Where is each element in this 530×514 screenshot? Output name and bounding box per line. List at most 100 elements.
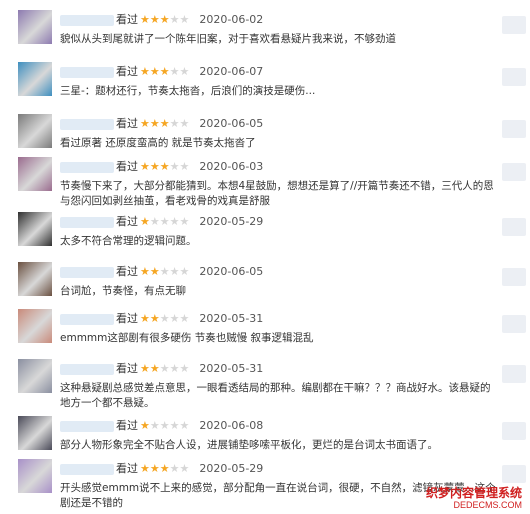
vote-button-blurred[interactable] <box>502 218 526 236</box>
star-empty-icon: ★ <box>169 419 180 432</box>
vote-button-blurred[interactable] <box>502 163 526 181</box>
comment-date: 2020-06-05 <box>199 265 264 278</box>
star-empty-icon: ★ <box>169 312 180 325</box>
comment-item: 看过 ★★★★★ 2020-05-31 emmmm这部剧有很多硬伤 节奏也贼慢 叙事逻… <box>0 309 530 361</box>
comment-item: 看过 ★★★★★ 2020-06-05 台词尬，节奏怪，有点无聊 <box>0 262 530 314</box>
rating-stars: ★★★★★ <box>140 312 189 325</box>
comment-text: emmmm这部剧有很多硬伤 节奏也贼慢 叙事逻辑混乱 <box>60 332 314 344</box>
star-empty-icon: ★ <box>169 160 180 173</box>
avatar[interactable] <box>18 459 52 493</box>
comment-text: 台词尬，节奏怪，有点无聊 <box>60 285 186 297</box>
username-blurred[interactable] <box>60 313 114 325</box>
comment-date: 2020-05-29 <box>199 462 264 475</box>
star-filled-icon: ★ <box>140 13 150 26</box>
star-filled-icon: ★ <box>159 65 170 78</box>
star-empty-icon: ★ <box>169 65 180 78</box>
star-empty-icon: ★ <box>179 215 190 228</box>
rating-stars: ★★★★★ <box>140 462 189 475</box>
star-filled-icon: ★ <box>159 160 170 173</box>
avatar[interactable] <box>18 212 52 246</box>
username-blurred[interactable] <box>60 266 114 278</box>
star-empty-icon: ★ <box>159 419 170 432</box>
star-empty-icon: ★ <box>149 215 160 228</box>
comment-date: 2020-06-08 <box>199 419 264 432</box>
star-empty-icon: ★ <box>179 362 190 375</box>
comment-meta: 看过 ★★★★★ 2020-05-29 <box>60 214 263 230</box>
username-blurred[interactable] <box>60 118 114 130</box>
star-filled-icon: ★ <box>149 265 160 278</box>
vote-button-blurred[interactable] <box>502 68 526 86</box>
star-filled-icon: ★ <box>149 462 160 475</box>
star-empty-icon: ★ <box>169 265 180 278</box>
comment-meta: 看过 ★★★★★ 2020-05-31 <box>60 311 263 327</box>
comment-text: 部分人物形象完全不贴合人设，进展铺垫哆嗦平板化，更烂的是台词太书面语了。 <box>60 439 438 451</box>
star-empty-icon: ★ <box>159 312 170 325</box>
comment-text: 三星-：题材还行，节奏太拖沓，后浪们的演技是硬伤... <box>60 85 316 97</box>
comment-date: 2020-06-05 <box>199 117 264 130</box>
comment-text: 太多不符合常理的逻辑问题。 <box>60 235 197 247</box>
comment-text: 貌似从头到尾就讲了一个陈年旧案，对于喜欢看悬疑片我来说，不够劲道 <box>60 33 396 45</box>
star-filled-icon: ★ <box>140 160 150 173</box>
star-filled-icon: ★ <box>140 215 150 228</box>
star-filled-icon: ★ <box>149 312 160 325</box>
comment-item: 看过 ★★★★★ 2020-06-03 节奏慢下来了，大部分都能猜到。本想4星鼓励，想… <box>0 157 530 209</box>
username-blurred[interactable] <box>60 216 114 228</box>
watch-status: 看过 <box>116 462 138 475</box>
comment-text: 看过原著 还原度蛮高的 就是节奏太拖沓了 <box>60 137 256 149</box>
avatar[interactable] <box>18 262 52 296</box>
rating-stars: ★★★★★ <box>140 13 189 26</box>
watch-status: 看过 <box>116 265 138 278</box>
avatar[interactable] <box>18 416 52 450</box>
comment-date: 2020-05-29 <box>199 215 264 228</box>
star-empty-icon: ★ <box>169 462 180 475</box>
comment-date: 2020-06-07 <box>199 65 264 78</box>
watch-status: 看过 <box>116 13 138 26</box>
username-blurred[interactable] <box>60 161 114 173</box>
avatar[interactable] <box>18 62 52 96</box>
star-filled-icon: ★ <box>140 65 150 78</box>
username-blurred[interactable] <box>60 66 114 78</box>
star-filled-icon: ★ <box>140 419 150 432</box>
username-blurred[interactable] <box>60 363 114 375</box>
vote-button-blurred[interactable] <box>502 315 526 333</box>
star-empty-icon: ★ <box>179 419 190 432</box>
vote-button-blurred[interactable] <box>502 422 526 440</box>
star-filled-icon: ★ <box>140 265 150 278</box>
watch-status: 看过 <box>116 117 138 130</box>
comment-meta: 看过 ★★★★★ 2020-06-03 <box>60 159 263 175</box>
comment-text: 这种悬疑剧总感觉差点意思，一眼看透结局的那种。编剧都在干嘛？？？商战好水。该悬疑… <box>60 382 491 409</box>
star-empty-icon: ★ <box>169 13 180 26</box>
star-empty-icon: ★ <box>179 65 190 78</box>
star-filled-icon: ★ <box>149 13 160 26</box>
vote-button-blurred[interactable] <box>502 365 526 383</box>
star-empty-icon: ★ <box>179 265 190 278</box>
avatar[interactable] <box>18 157 52 191</box>
comment-text: 节奏慢下来了，大部分都能猜到。本想4星鼓励，想想还是算了//开篇节奏还不错，三代… <box>60 180 494 207</box>
rating-stars: ★★★★★ <box>140 65 189 78</box>
watch-status: 看过 <box>116 362 138 375</box>
avatar[interactable] <box>18 114 52 148</box>
avatar[interactable] <box>18 359 52 393</box>
star-filled-icon: ★ <box>149 362 160 375</box>
star-filled-icon: ★ <box>140 117 150 130</box>
vote-button-blurred[interactable] <box>502 16 526 34</box>
username-blurred[interactable] <box>60 14 114 26</box>
watch-status: 看过 <box>116 419 138 432</box>
star-filled-icon: ★ <box>140 462 150 475</box>
watch-status: 看过 <box>116 160 138 173</box>
avatar[interactable] <box>18 309 52 343</box>
avatar[interactable] <box>18 10 52 44</box>
vote-button-blurred[interactable] <box>502 120 526 138</box>
star-filled-icon: ★ <box>140 362 150 375</box>
rating-stars: ★★★★★ <box>140 215 189 228</box>
username-blurred[interactable] <box>60 463 114 475</box>
comment-meta: 看过 ★★★★★ 2020-06-08 <box>60 418 263 434</box>
rating-stars: ★★★★★ <box>140 265 189 278</box>
vote-button-blurred[interactable] <box>502 268 526 286</box>
star-filled-icon: ★ <box>149 117 160 130</box>
comment-meta: 看过 ★★★★★ 2020-06-07 <box>60 64 263 80</box>
vote-button-blurred[interactable] <box>502 465 526 483</box>
comment-date: 2020-05-31 <box>199 362 264 375</box>
username-blurred[interactable] <box>60 420 114 432</box>
comment-date: 2020-06-03 <box>199 160 264 173</box>
